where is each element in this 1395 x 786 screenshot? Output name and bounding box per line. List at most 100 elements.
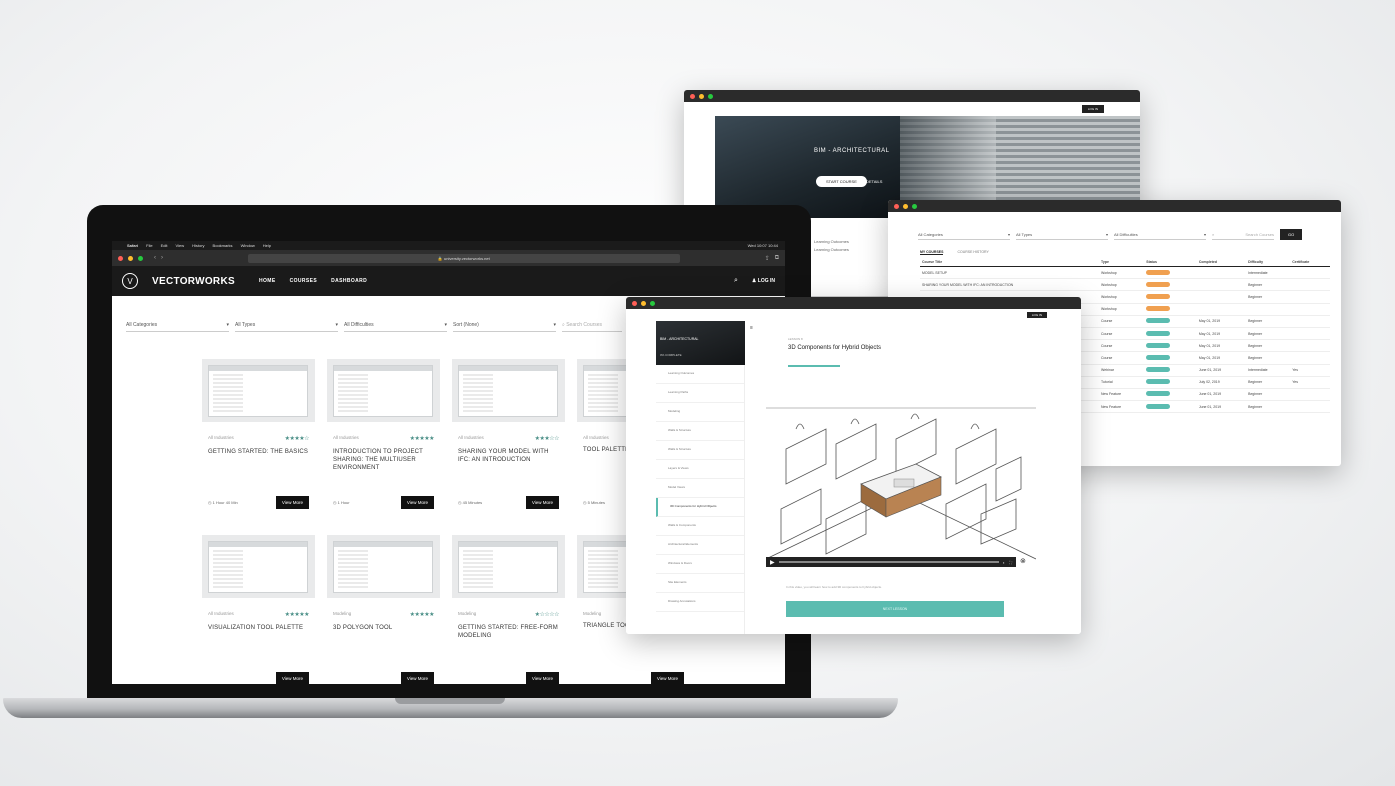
- sidebar-lesson-item[interactable]: Layers & Views: [656, 460, 744, 479]
- minimize-dot-icon[interactable]: [903, 203, 908, 209]
- course-card[interactable]: All Industries ★★★★★ INTRODUCTION TO PRO…: [327, 359, 440, 521]
- column-header[interactable]: Certificate: [1290, 258, 1330, 267]
- close-dot-icon[interactable]: [690, 93, 695, 99]
- column-header[interactable]: Difficulty: [1246, 258, 1291, 267]
- nav-home[interactable]: HOME: [259, 278, 276, 284]
- search-icon[interactable]: ⌕: [734, 277, 738, 285]
- details-link[interactable]: DETAILS: [866, 179, 882, 184]
- menu-item[interactable]: Window: [241, 243, 255, 248]
- course-title[interactable]: 3D POLYGON TOOL: [327, 618, 440, 652]
- tab-course-history[interactable]: COURSE HISTORY: [957, 250, 988, 255]
- menu-item[interactable]: View: [175, 243, 184, 248]
- view-more-button[interactable]: View More: [400, 672, 434, 684]
- type-select[interactable]: All Types ▾: [1016, 230, 1108, 240]
- forward-arrow-icon[interactable]: ›: [161, 255, 163, 261]
- course-title[interactable]: SHARING YOUR MODEL WITH IFC: AN INTRODUC…: [452, 442, 565, 476]
- login-button[interactable]: ♟ LOG IN: [752, 278, 775, 284]
- menu-item[interactable]: Bookmarks: [213, 243, 233, 248]
- menu-item[interactable]: Edit: [161, 243, 168, 248]
- menu-item[interactable]: History: [192, 243, 204, 248]
- sidebar-lesson-item[interactable]: Windows & Doors: [656, 555, 744, 574]
- video-progress-track[interactable]: [778, 561, 999, 563]
- sidebar-lesson-item[interactable]: Walls & Structure: [656, 441, 744, 460]
- sidebar-lesson-item[interactable]: Drawing Annotations: [656, 593, 744, 612]
- next-lesson-button[interactable]: NEXT LESSON: [786, 601, 1004, 617]
- tabs-icon[interactable]: ⧉: [775, 255, 779, 262]
- zoom-dot-icon[interactable]: [650, 300, 655, 306]
- go-button[interactable]: GO: [1280, 229, 1303, 240]
- close-dot-icon[interactable]: [894, 203, 899, 209]
- video-player[interactable]: [766, 407, 1036, 565]
- tab-my-courses[interactable]: MY COURSES: [920, 250, 944, 255]
- settings-icon[interactable]: ⊗: [1020, 557, 1026, 565]
- sidebar-lesson-item[interactable]: Learning Paths: [656, 384, 744, 403]
- column-header[interactable]: Completed: [1196, 258, 1247, 267]
- table-row[interactable]: SHARING YOUR MODEL WITH IFC: AN INTRODUC…: [920, 278, 1330, 292]
- list-item[interactable]: Learning Outcomes: [814, 246, 849, 254]
- share-icon[interactable]: ⇪: [765, 255, 770, 262]
- view-more-button[interactable]: View More: [525, 672, 559, 684]
- login-button[interactable]: LOG IN: [1081, 105, 1104, 113]
- fullscreen-icon[interactable]: ⛶: [1009, 560, 1012, 565]
- course-card[interactable]: All Industries ★★★☆☆ SHARING YOUR MODEL …: [452, 359, 565, 521]
- sidebar-lesson-item[interactable]: Modeling: [656, 403, 744, 422]
- list-item[interactable]: Learning Outcomes: [814, 238, 849, 246]
- address-bar[interactable]: 🔒 university.vectorworks.net: [248, 253, 680, 263]
- course-title[interactable]: GETTING STARTED: FREE-FORM MODELING: [452, 618, 565, 652]
- sidebar-lesson-item[interactable]: Site Elements: [656, 574, 744, 593]
- course-card[interactable]: Modeling ★★★★★ 3D POLYGON TOOL View More: [327, 535, 440, 684]
- search-input[interactable]: ⌕ Search Courses: [562, 322, 622, 332]
- minimize-dot-icon[interactable]: [128, 255, 133, 261]
- table-row[interactable]: MODEL SETUP Workshop Intermediate: [920, 266, 1330, 280]
- course-card[interactable]: All Industries ★★★★☆ GETTING STARTED: TH…: [202, 359, 315, 521]
- close-dot-icon[interactable]: [632, 300, 637, 306]
- difficulty-select[interactable]: All Difficulties ▾: [1114, 230, 1206, 240]
- column-header[interactable]: Type: [1099, 258, 1145, 267]
- close-dot-icon[interactable]: [118, 255, 123, 261]
- course-thumbnail[interactable]: [452, 359, 565, 422]
- course-thumbnail[interactable]: [202, 359, 315, 422]
- menu-item[interactable]: File: [146, 243, 152, 248]
- view-more-button[interactable]: View More: [400, 496, 434, 509]
- view-more-button[interactable]: View More: [275, 672, 309, 684]
- course-thumbnail[interactable]: [327, 359, 440, 422]
- brand-name[interactable]: VECTORWORKS: [152, 276, 235, 287]
- menu-item[interactable]: Safari: [127, 243, 138, 248]
- difficulty-select[interactable]: All Difficulties ▾: [344, 322, 447, 332]
- start-course-button[interactable]: START COURSE: [816, 176, 867, 187]
- vectorworks-logo-icon[interactable]: V: [122, 273, 138, 289]
- column-header[interactable]: Status: [1144, 258, 1197, 267]
- view-more-button[interactable]: View More: [650, 672, 684, 684]
- category-select[interactable]: All Categories ▾: [126, 322, 229, 332]
- course-thumbnail[interactable]: [327, 535, 440, 598]
- nav-courses[interactable]: COURSES: [290, 278, 318, 284]
- course-card[interactable]: Modeling ★☆☆☆☆ GETTING STARTED: FREE-FOR…: [452, 535, 565, 684]
- minimize-dot-icon[interactable]: [699, 93, 704, 99]
- volume-icon[interactable]: ◐: [1003, 560, 1005, 565]
- sort-select[interactable]: Sort (None) ▾: [453, 322, 556, 332]
- view-more-button[interactable]: View More: [525, 496, 559, 509]
- zoom-dot-icon[interactable]: [912, 203, 917, 209]
- course-title[interactable]: GETTING STARTED: THE BASICS: [202, 442, 315, 476]
- sidebar-lesson-item[interactable]: Model Views: [656, 479, 744, 498]
- column-header[interactable]: Course Title: [920, 258, 1100, 267]
- course-card[interactable]: All Industries ★★★★★ VISUALIZATION TOOL …: [202, 535, 315, 684]
- play-icon[interactable]: ▶: [770, 559, 775, 566]
- menu-item[interactable]: Help: [263, 243, 271, 248]
- course-thumbnail[interactable]: [202, 535, 315, 598]
- search-input[interactable]: ⌕ Search Courses: [1212, 230, 1274, 240]
- course-title[interactable]: VISUALIZATION TOOL PALETTE: [202, 618, 315, 652]
- view-more-button[interactable]: View More: [275, 496, 309, 509]
- login-button[interactable]: LOG IN: [1026, 312, 1047, 318]
- sidebar-lesson-item[interactable]: Walls & Components: [656, 517, 744, 536]
- category-select[interactable]: All Categories ▾: [918, 230, 1010, 240]
- sidebar-lesson-item[interactable]: Architectural Elements: [656, 536, 744, 555]
- sidebar-lesson-item[interactable]: Walls & Structure: [656, 422, 744, 441]
- hamburger-menu-icon[interactable]: ≡: [750, 325, 753, 331]
- course-title[interactable]: INTRODUCTION TO PROJECT SHARING: THE MUL…: [327, 442, 440, 476]
- back-arrow-icon[interactable]: ‹: [154, 255, 156, 261]
- course-thumbnail[interactable]: [452, 535, 565, 598]
- nav-dashboard[interactable]: DASHBOARD: [331, 278, 367, 284]
- sidebar-lesson-item[interactable]: Learning Outcomes: [656, 365, 744, 384]
- zoom-dot-icon[interactable]: [138, 255, 143, 261]
